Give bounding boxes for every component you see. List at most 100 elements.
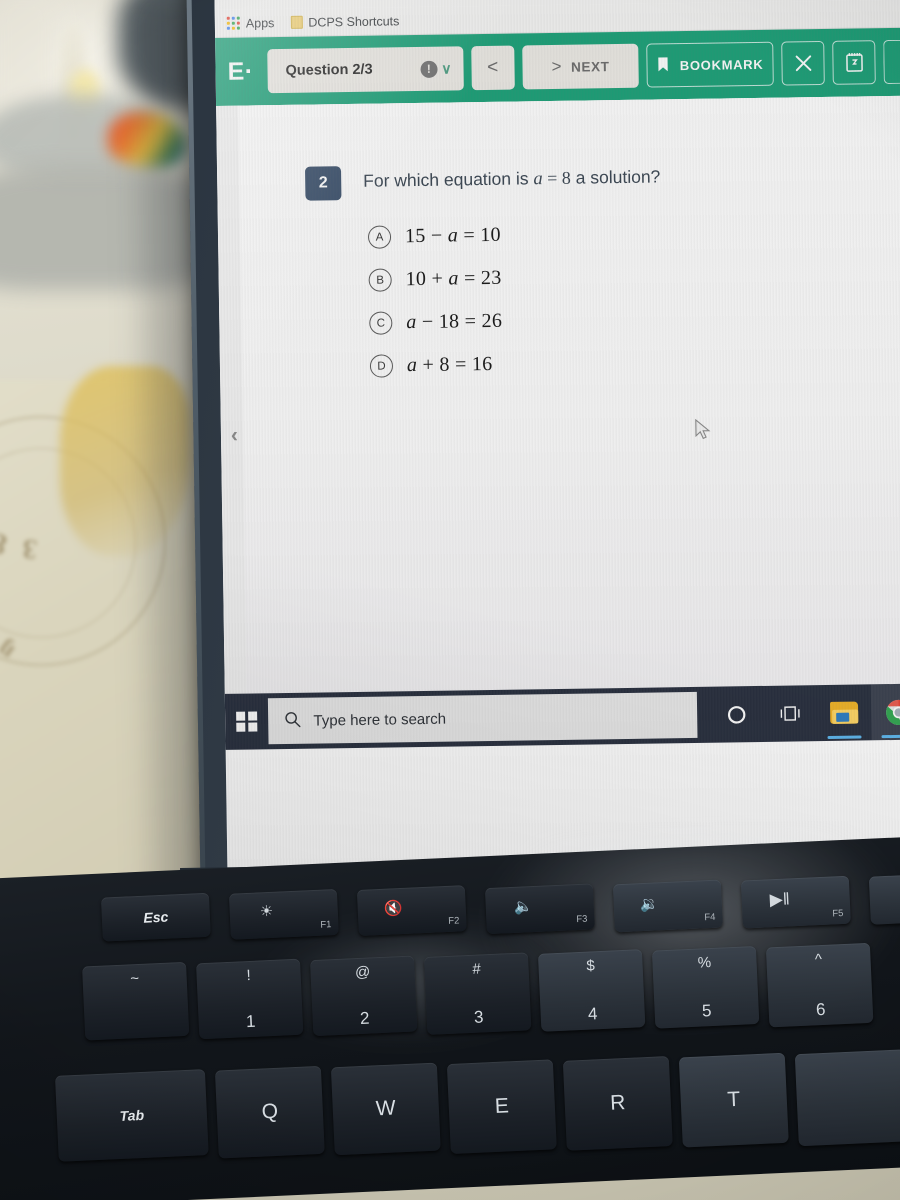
choice-text: a + 8 = 16: [407, 353, 493, 377]
play-pause-icon: ▶‖: [769, 889, 791, 910]
question-number-badge: 2: [304, 166, 342, 201]
choice-rhs: + 8 = 16: [417, 352, 493, 377]
key-shift-symbol: ~: [129, 969, 140, 988]
key-label: R: [609, 1091, 626, 1115]
key-f1-keyboard-backlight[interactable]: ☀ F1: [228, 888, 339, 940]
prompt-equation: = 8: [542, 167, 571, 189]
reload-icon[interactable]: [292, 0, 324, 3]
windows-logo-glyph: [236, 711, 258, 732]
key-label: E: [494, 1094, 510, 1118]
bookmark-dcps-shortcuts[interactable]: DCPS Shortcuts: [290, 14, 399, 30]
key-f4-volume-up[interactable]: 🔉 F4: [612, 879, 723, 933]
key-6[interactable]: ^ 6: [765, 942, 874, 1028]
edulastic-logo[interactable]: E·: [227, 57, 259, 86]
bookmark-label: DCPS Shortcuts: [308, 13, 400, 30]
key-3[interactable]: # 3: [423, 952, 532, 1035]
key-fn-label: F3: [576, 913, 588, 926]
choice-text: a − 18 = 26: [406, 310, 502, 334]
next-question-button[interactable]: > NEXT: [522, 43, 639, 90]
key-esc[interactable]: Esc: [100, 892, 211, 942]
back-arrow-icon[interactable]: [224, 0, 256, 4]
key-digit: 2: [359, 1008, 370, 1028]
choice-text: 10 + a = 23: [406, 267, 502, 291]
choice-rhs: = 10: [457, 223, 502, 247]
next-label: NEXT: [571, 58, 610, 75]
choice-lhs: 15 −: [404, 224, 448, 248]
next-arrow-icon: >: [551, 56, 563, 77]
choice-rhs: = 23: [458, 266, 502, 290]
key-fn-label: F1: [320, 919, 332, 931]
app-open-indicator: [881, 734, 900, 739]
key-f6-brightness[interactable]: ☀: [868, 872, 900, 925]
answer-choice-c[interactable]: C a − 18 = 26: [369, 304, 900, 335]
key-label: Q: [261, 1099, 279, 1124]
question-selector-dropdown[interactable]: Question 2/3 ! ∨: [267, 46, 464, 94]
windows-taskbar: Type here to search: [224, 683, 900, 750]
key-shift-symbol: !: [246, 966, 252, 985]
key-5[interactable]: % 5: [651, 945, 760, 1029]
scratchpad-button[interactable]: [832, 40, 877, 85]
home-icon[interactable]: [326, 0, 358, 2]
question-progress-label: Question 2/3: [285, 61, 373, 79]
key-f2-mute[interactable]: 🔇 F2: [356, 885, 467, 936]
chevron-left-icon[interactable]: ‹: [231, 424, 238, 448]
windows-start-icon[interactable]: [225, 711, 269, 732]
mouse-cursor-icon: [695, 418, 712, 446]
choice-bubble[interactable]: C: [369, 311, 393, 335]
search-input[interactable]: Type here to search: [268, 691, 698, 745]
key-tab[interactable]: Tab: [54, 1069, 209, 1162]
answer-choice-b[interactable]: B 10 + a = 23: [368, 261, 900, 292]
key-label: Esc: [143, 908, 169, 926]
key-digit: 6: [815, 999, 826, 1020]
answer-choice-d[interactable]: D a + 8 = 16: [369, 347, 900, 378]
bookmark-flag-icon: [657, 56, 670, 75]
forward-arrow-icon[interactable]: [258, 0, 290, 3]
key-w[interactable]: W: [330, 1062, 441, 1156]
close-test-button[interactable]: [781, 40, 826, 86]
task-view-icon[interactable]: [763, 685, 818, 742]
keyboard-backlight-icon: ☀: [259, 902, 274, 921]
dcps-favicon-icon: [290, 15, 303, 29]
choice-variable: a: [447, 224, 459, 247]
key-y[interactable]: [794, 1049, 900, 1147]
chrome-icon[interactable]: [870, 683, 900, 741]
key-2[interactable]: @ 2: [309, 955, 418, 1037]
bookmark-label: BOOKMARK: [679, 56, 764, 73]
chevron-down-icon[interactable]: ∨: [441, 60, 452, 77]
apps-bookmark-button[interactable]: Apps: [226, 16, 274, 31]
key-4[interactable]: $ 4: [537, 949, 646, 1032]
photo-of-laptop-screen: سلام S Ɛ 3 N O ŋ: [0, 0, 900, 1200]
choice-rhs: − 18 = 26: [416, 309, 503, 334]
previous-arrow-icon: <: [487, 56, 500, 78]
key-shift-symbol: %: [697, 954, 712, 972]
file-explorer-icon[interactable]: [817, 684, 872, 741]
answer-choice-a[interactable]: A 15 − a = 10: [367, 218, 900, 249]
key-f5-play-pause[interactable]: ▶‖ F5: [740, 875, 851, 929]
folder-glyph: [829, 701, 859, 724]
choice-bubble[interactable]: D: [369, 354, 394, 378]
key-digit: 3: [473, 1007, 484, 1027]
key-label: W: [375, 1096, 397, 1121]
previous-question-button[interactable]: <: [471, 45, 515, 91]
toolbar-overflow-button[interactable]: [883, 39, 900, 85]
key-f3-volume-down[interactable]: 🔈 F3: [484, 883, 595, 935]
key-r[interactable]: R: [562, 1056, 673, 1151]
warning-exclamation-icon[interactable]: !: [420, 60, 438, 78]
bookmark-button[interactable]: BOOKMARK: [646, 41, 775, 88]
key-1[interactable]: ! 1: [196, 958, 304, 1040]
choice-variable: a: [448, 267, 459, 290]
key-t[interactable]: T: [678, 1052, 789, 1148]
key-e[interactable]: E: [446, 1059, 557, 1155]
cortana-circle-icon[interactable]: [709, 686, 764, 743]
key-shift-symbol: $: [585, 957, 596, 975]
key-shift-symbol: #: [472, 960, 482, 978]
question-prompt: For which equation is a = 8 a solution?: [363, 161, 661, 192]
choice-bubble[interactable]: B: [368, 268, 392, 292]
taskbar-tray: [709, 683, 900, 743]
key-q[interactable]: Q: [214, 1065, 325, 1159]
search-magnifier-icon: [284, 710, 301, 731]
choice-bubble[interactable]: A: [367, 225, 392, 249]
choice-variable: a: [406, 311, 417, 334]
mute-icon: 🔇: [383, 899, 403, 918]
key-backtick-tilde[interactable]: ~: [82, 961, 190, 1041]
